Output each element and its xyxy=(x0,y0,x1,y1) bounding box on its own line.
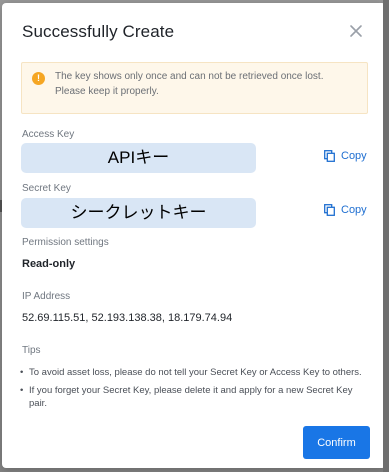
dialog-title: Successfully Create xyxy=(22,22,175,41)
warning-icon: ! xyxy=(32,72,45,85)
ip-address-value: 52.69.115.51, 52.193.138.38, 18.179.74.9… xyxy=(22,312,233,324)
tips-list: To avoid asset loss, please do not tell … xyxy=(20,366,365,415)
access-key-label: Access Key xyxy=(22,129,75,140)
notice-text: The key shows only once and can not be r… xyxy=(55,71,324,97)
tip-item: To avoid asset loss, please do not tell … xyxy=(20,366,365,379)
secret-key-value: シークレットキー xyxy=(21,198,256,228)
copy-access-key-button[interactable]: Copy xyxy=(324,150,367,162)
copy-label: Copy xyxy=(341,150,367,162)
access-key-value: APIキー xyxy=(21,143,256,173)
scrollbar[interactable] xyxy=(383,0,389,472)
permission-value: Read-only xyxy=(22,258,76,270)
copy-secret-key-button[interactable]: Copy xyxy=(324,204,367,216)
tips-label: Tips xyxy=(22,345,41,356)
ip-address-label: IP Address xyxy=(22,291,71,302)
success-dialog: Successfully Create ! The key shows only… xyxy=(2,3,386,468)
copy-label: Copy xyxy=(341,204,367,216)
copy-icon xyxy=(324,150,335,162)
permission-label: Permission settings xyxy=(22,237,109,248)
confirm-button[interactable]: Confirm xyxy=(303,426,370,459)
close-icon[interactable] xyxy=(348,23,364,39)
warning-notice: ! The key shows only once and can not be… xyxy=(21,62,368,114)
tip-item: If you forget your Secret Key, please de… xyxy=(20,384,365,410)
secret-key-label: Secret Key xyxy=(22,183,71,194)
copy-icon xyxy=(324,204,335,216)
